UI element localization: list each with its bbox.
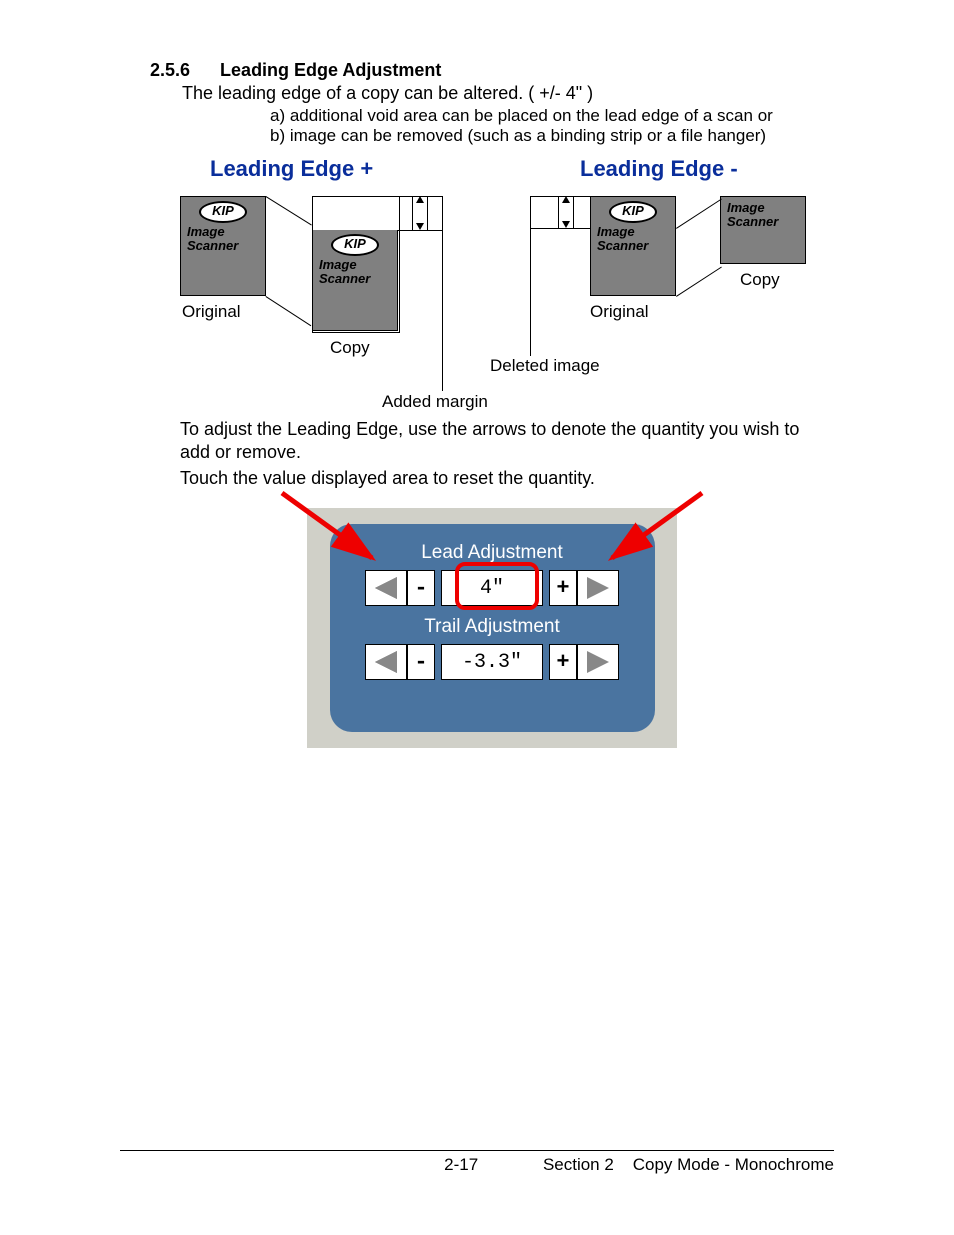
lead-increase-button[interactable] (577, 570, 619, 606)
body-text-2: Touch the value displayed area to reset … (180, 467, 804, 490)
lead-decrease-button[interactable] (365, 570, 407, 606)
leading-edge-minus-title: Leading Edge - (580, 156, 738, 182)
triangle-left-icon (375, 651, 397, 673)
diagram-minus-copy: ImageScanner (720, 196, 806, 264)
trail-plus-sign: + (549, 644, 577, 680)
footer-title: Copy Mode - Monochrome (633, 1155, 834, 1174)
triangle-right-icon (587, 651, 609, 673)
added-margin-leader (442, 196, 443, 391)
lead-value-display[interactable]: 4" (441, 570, 543, 606)
copy-label-2: Copy (740, 270, 780, 290)
page-footer: 2-17 Section 2 Copy Mode - Monochrome (120, 1150, 834, 1175)
triangle-right-icon (587, 577, 609, 599)
sub-a: a) additional void area can be placed on… (270, 106, 834, 126)
trail-decrease-button[interactable] (365, 644, 407, 680)
diagram-minus-original: KIP ImageScanner (590, 196, 676, 296)
section-title: Leading Edge Adjustment (220, 60, 441, 80)
lead-plus-sign: + (549, 570, 577, 606)
kip-logo-icon: KIP (199, 201, 247, 223)
diagram-plus-original: KIP ImageScanner (180, 196, 266, 296)
diagram-plus-copy: KIP ImageScanner (312, 230, 398, 331)
lead-adjustment-label: Lead Adjustment (330, 542, 655, 564)
body-text-1: To adjust the Leading Edge, use the arro… (180, 418, 804, 465)
original-label: Original (182, 302, 241, 322)
trail-increase-button[interactable] (577, 644, 619, 680)
footer-section: Section 2 (543, 1155, 614, 1174)
page-number: 2-17 (444, 1155, 478, 1175)
kip-logo-icon: KIP (331, 234, 379, 256)
triangle-left-icon (375, 577, 397, 599)
trail-value-display[interactable]: -3.3" (441, 644, 543, 680)
trail-minus-sign: - (407, 644, 435, 680)
adjustment-panel-image: Lead Adjustment - 4" + Trail Adjustment … (307, 508, 677, 748)
deleted-image-leader (530, 196, 531, 356)
copy-label: Copy (330, 338, 370, 358)
intro-text: The leading edge of a copy can be altere… (182, 83, 834, 104)
section-number: 2.5.6 (150, 60, 190, 81)
added-margin-dim-icon (412, 196, 428, 230)
deleted-image-label: Deleted image (490, 356, 600, 376)
section-heading: 2.5.6 Leading Edge Adjustment (150, 60, 834, 81)
deleted-image-dim-icon (558, 196, 574, 228)
original-label-2: Original (590, 302, 649, 322)
trail-adjustment-label: Trail Adjustment (330, 616, 655, 638)
kip-logo-icon: KIP (609, 201, 657, 223)
leading-edge-plus-title: Leading Edge + (210, 156, 373, 182)
added-margin-label: Added margin (382, 392, 488, 412)
leading-edge-diagram: Leading Edge + Leading Edge - KIP ImageS… (160, 156, 834, 406)
adjustment-panel: Lead Adjustment - 4" + Trail Adjustment … (330, 524, 655, 732)
lead-minus-sign: - (407, 570, 435, 606)
sub-b: b) image can be removed (such as a bindi… (270, 126, 834, 146)
